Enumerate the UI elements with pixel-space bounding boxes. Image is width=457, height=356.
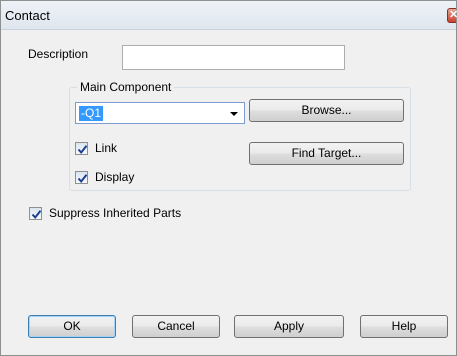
help-button[interactable]: Help — [360, 315, 448, 338]
description-input[interactable] — [122, 45, 345, 70]
title-bar[interactable]: Contact ✕ — [1, 1, 457, 30]
main-component-group-label: Main Component — [77, 80, 175, 94]
ok-button[interactable]: OK — [28, 315, 116, 338]
contact-dialog: Contact ✕ Description Main Component -Q1… — [0, 0, 457, 356]
suppress-inherited-parts-checkbox[interactable] — [29, 207, 42, 220]
main-component-selected-value: -Q1 — [79, 106, 104, 121]
close-button[interactable]: ✕ — [447, 8, 457, 23]
browse-button[interactable]: Browse... — [249, 99, 404, 122]
checkmark-icon — [77, 174, 88, 184]
chevron-down-icon[interactable] — [230, 112, 238, 116]
checkmark-icon — [31, 210, 42, 220]
checkmark-icon — [77, 145, 88, 155]
cancel-button[interactable]: Cancel — [132, 315, 220, 338]
display-label: Display — [95, 170, 135, 184]
display-checkbox[interactable] — [75, 171, 88, 184]
close-icon: ✕ — [449, 9, 457, 21]
find-target-button[interactable]: Find Target... — [249, 142, 404, 165]
link-label: Link — [95, 141, 118, 155]
apply-button[interactable]: Apply — [234, 315, 344, 338]
window-title: Contact — [5, 8, 50, 23]
link-checkbox[interactable] — [75, 142, 88, 155]
main-component-select[interactable]: -Q1 — [75, 102, 245, 124]
description-label: Description — [28, 47, 89, 61]
suppress-inherited-parts-label: Suppress Inherited Parts — [49, 206, 182, 220]
